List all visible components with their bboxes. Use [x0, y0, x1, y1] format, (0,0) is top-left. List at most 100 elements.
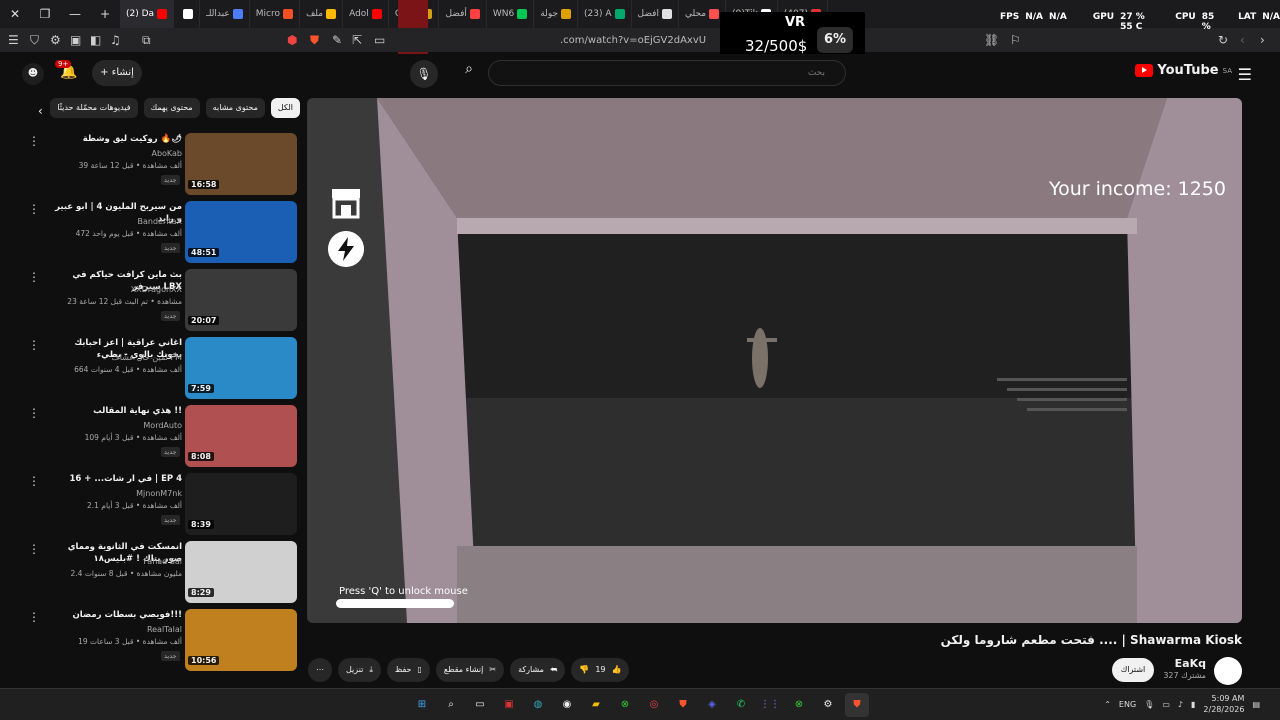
url-text[interactable]: .com/watch?v=oEjGV2dAxvU	[560, 35, 706, 46]
settings-taskbar-icon[interactable]: ⚙	[816, 693, 840, 717]
channel-name[interactable]: EaKq	[1160, 657, 1206, 670]
download-button[interactable]: تنزيل ⤓	[338, 658, 381, 682]
rec-channel[interactable]: RealTalal	[50, 625, 182, 634]
volume-icon[interactable]: ♪	[1178, 700, 1183, 709]
brave-active-icon[interactable]: ⛊	[845, 693, 869, 717]
rec-channel[interactable]: MordAuto	[50, 421, 182, 430]
more-options-icon[interactable]: ⋮	[28, 270, 40, 284]
lightning-icon[interactable]	[328, 231, 364, 267]
notification-icon[interactable]: ▤	[1252, 700, 1260, 709]
shop-icon[interactable]	[329, 185, 363, 219]
minimize-window-icon[interactable]: —	[60, 7, 90, 21]
wand-icon[interactable]: ✎	[332, 33, 342, 47]
clip-button[interactable]: إنشاء مقطع ✂	[435, 658, 505, 682]
rec-title[interactable]: في ار شات... + 16 | EP 4	[50, 473, 183, 485]
mic-tray-icon[interactable]: 🎙	[1144, 700, 1154, 709]
save-button[interactable]: حفظ ▯	[386, 658, 430, 682]
mic-icon[interactable]: 🎙	[410, 60, 438, 88]
sidebar-toggle-icon[interactable]: ☰	[8, 33, 19, 47]
search-taskbar-icon[interactable]: ⌕	[439, 693, 463, 717]
browser-tab[interactable]: عبداللـ	[200, 0, 250, 28]
restore-window-icon[interactable]: ❐	[30, 7, 60, 21]
back-icon[interactable]: ‹	[1240, 33, 1245, 47]
link-icon[interactable]: ⛓	[984, 33, 999, 47]
browser-tab[interactable]: (2) Da	[120, 0, 175, 28]
browser-tab[interactable]: أفضل	[439, 0, 487, 28]
browser-tab[interactable]	[174, 0, 201, 28]
chrome-icon[interactable]: ◎	[642, 693, 666, 717]
adblock-icon[interactable]: ⬢	[287, 33, 297, 47]
notifications-bell-icon[interactable]: 🔔 9+	[55, 60, 77, 80]
share-page-icon[interactable]: ⇱	[352, 33, 362, 47]
tray-chevron-icon[interactable]: ⌃	[1104, 700, 1111, 709]
file-icon[interactable]: ▭	[468, 693, 492, 717]
list-item[interactable]: 16:58 روكيت ليق وشطة 🔥🌶 AboKab 39 ألف مشاهد…	[20, 130, 300, 198]
brave-icon[interactable]: ⛊	[310, 33, 319, 48]
youtube-logo[interactable]: YouTube SA	[1135, 63, 1232, 78]
lang-indicator[interactable]: ENG	[1119, 700, 1136, 709]
search-icon[interactable]: ⌕	[455, 61, 483, 87]
list-item[interactable]: 8:08 هذي نهاية المقالب !! MordAuto 109 ألف …	[20, 402, 300, 470]
more-options-icon[interactable]: ⋮	[28, 134, 40, 148]
filter-chip[interactable]: الكل	[270, 98, 300, 118]
rec-channel[interactable]: لمين حال عشاف FM	[50, 353, 182, 362]
hamburger-menu-icon[interactable]: ☰	[1238, 65, 1252, 84]
browser-tab[interactable]: جولة	[534, 0, 579, 28]
more-options-icon[interactable]: ⋮	[28, 610, 40, 624]
filter-chip[interactable]: محتوى مشابه	[205, 98, 265, 118]
more-options-icon[interactable]: ⋮	[28, 338, 40, 352]
more-options-icon[interactable]: ⋮	[28, 474, 40, 488]
rec-channel[interactable]: Fahad Sal	[50, 557, 182, 566]
channel-avatar[interactable]	[1214, 657, 1242, 685]
reload-icon[interactable]: ↻	[1218, 33, 1228, 47]
like-icon[interactable]: 👍	[612, 658, 622, 682]
tabs-icon[interactable]: ▣	[70, 33, 81, 47]
screenshot-icon[interactable]: ⧉	[142, 33, 151, 48]
search-input[interactable]: بحث	[488, 60, 846, 86]
steam-icon[interactable]: ◉	[555, 693, 579, 717]
browser-tab[interactable]: WN6	[487, 0, 535, 28]
rec-channel[interactable]: BanderitaX	[50, 217, 183, 226]
browser-tab[interactable]: ملف	[300, 0, 344, 28]
list-item[interactable]: 10:56 فويصي بسطات رمضان!!! RealTalal 19 ألف…	[20, 606, 300, 674]
xbox2-icon[interactable]: ⊗	[787, 693, 811, 717]
avatar[interactable]: ☻	[22, 63, 44, 85]
list-item[interactable]: 48:51 من سيربح المليون 4 | ابو عبير و راي…	[20, 198, 300, 266]
more-options-icon[interactable]: ⋮	[28, 406, 40, 420]
more-options-icon[interactable]: ⋮	[28, 202, 40, 216]
clock[interactable]: 5:09 AM 2/28/2026	[1203, 693, 1244, 715]
whatsapp-icon[interactable]: ✆	[729, 693, 753, 717]
discord-icon[interactable]: ◈	[700, 693, 724, 717]
filter-chip[interactable]: فيديوهات محمّلة حديثًا	[50, 98, 138, 118]
new-tab-button[interactable]: +	[90, 7, 120, 21]
shield-icon[interactable]: ⛉	[30, 33, 39, 48]
windows-start-icon[interactable]: ⊞	[410, 693, 434, 717]
edge-icon[interactable]: ◍	[526, 693, 550, 717]
dislike-icon[interactable]: 👎	[579, 658, 589, 682]
list-item[interactable]: 8:39 في ار شات... + 16 | EP 4 MjnonM7nk 2.1…	[20, 470, 300, 538]
rec-title[interactable]: هذي نهاية المقالب !!	[50, 405, 182, 417]
folder-icon[interactable]: ▰	[584, 693, 608, 717]
rec-channel[interactable]: MjnonM7nk	[50, 489, 182, 498]
more-options-icon[interactable]: ⋮	[28, 542, 40, 556]
create-button[interactable]: + إنشاء	[92, 60, 142, 86]
close-window-icon[interactable]: ✕	[0, 7, 30, 21]
network-icon[interactable]: ▭	[1162, 700, 1170, 709]
browser-tab[interactable]: Micro	[250, 0, 300, 28]
apps-grid-icon[interactable]: ⋮⋮	[758, 693, 782, 717]
list-item[interactable]: 7:59 اغاني عراقية | اعز احبابك بخونك بالو…	[20, 334, 300, 402]
battery-icon[interactable]: ▮	[1191, 700, 1195, 709]
more-button[interactable]: ⋯	[308, 658, 332, 682]
app-red-icon[interactable]: ▣	[497, 693, 521, 717]
browser-tab[interactable]: افضل	[632, 0, 679, 28]
video-player[interactable]	[307, 98, 1242, 623]
reader-icon[interactable]: ▭	[374, 33, 385, 47]
browser-tab[interactable]: (23) A	[578, 0, 632, 28]
rec-channel[interactable]: AboKab	[50, 149, 182, 158]
browser-tab[interactable]: Adol	[343, 0, 389, 28]
subscribe-button[interactable]: اشتراك	[1112, 658, 1154, 682]
like-dislike-button[interactable]: 👎 19 👍	[571, 658, 630, 682]
music-icon[interactable]: ♫	[110, 33, 121, 47]
xbox-icon[interactable]: ⊗	[613, 693, 637, 717]
brave-taskbar-icon[interactable]: ⛊	[671, 693, 695, 717]
